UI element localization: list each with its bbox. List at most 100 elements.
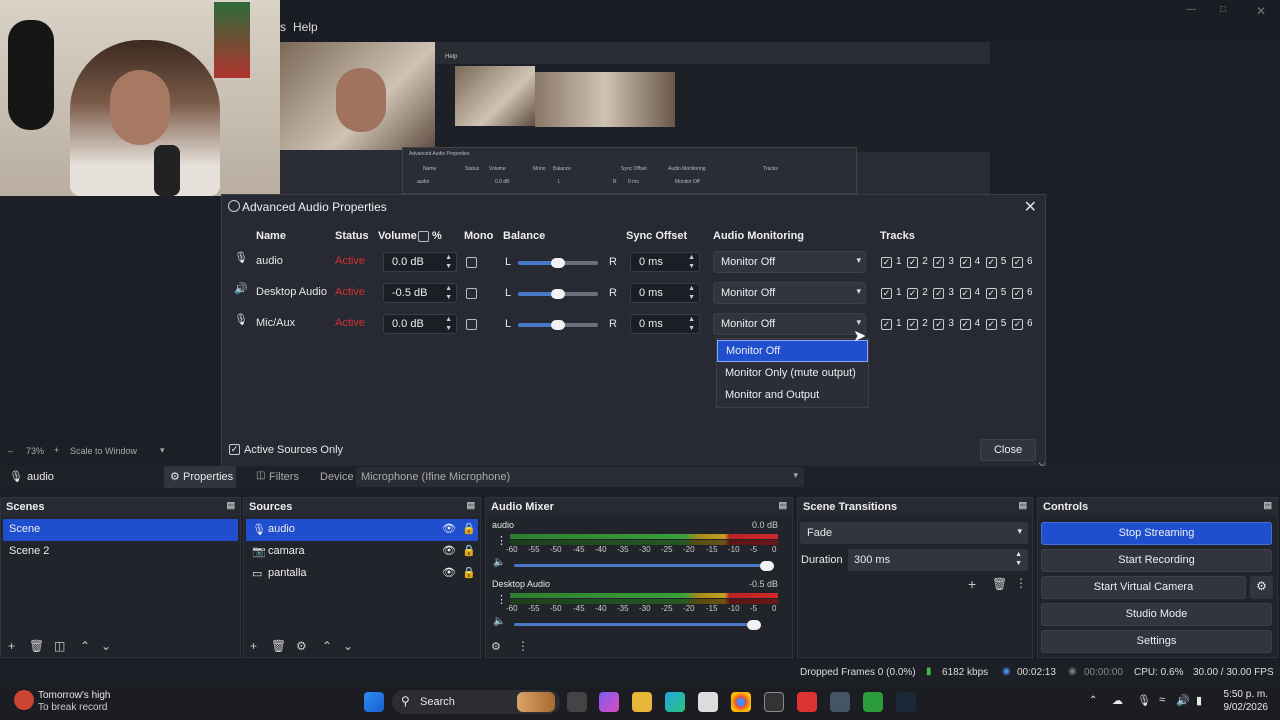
edge-icon[interactable]: [665, 692, 685, 712]
app-red-icon[interactable]: [797, 692, 817, 712]
virtual-camera-gear-icon[interactable]: ⚙: [1250, 576, 1273, 599]
down-icon[interactable]: ⌄: [101, 639, 111, 653]
track-checkbox[interactable]: ✓: [959, 257, 971, 268]
menu-partial[interactable]: s: [280, 20, 286, 34]
duration-input[interactable]: 300 ms ▲ ▼: [848, 549, 1028, 571]
track-checkbox[interactable]: ✓: [1012, 319, 1023, 330]
track-checkbox[interactable]: ✓: [985, 319, 997, 330]
stepper-icon[interactable]: ▲ ▼: [688, 284, 695, 302]
properties-button[interactable]: ⚙ Properties: [164, 466, 236, 488]
volume-input[interactable]: -0.5 dB ▲ ▼: [383, 283, 457, 303]
obs-taskbar-icon[interactable]: [764, 692, 784, 712]
track-checkbox[interactable]: ✓: [959, 288, 971, 299]
preview-canvas[interactable]: Help Advanced Audio Properties Name Stat…: [280, 42, 990, 194]
add-icon[interactable]: +: [250, 639, 257, 653]
mic-tray-icon[interactable]: 🎙: [1137, 694, 1151, 707]
stepper-icon[interactable]: ▲ ▼: [445, 284, 452, 302]
weather-icon[interactable]: [14, 690, 34, 710]
eye-icon[interactable]: 👁: [442, 544, 456, 557]
source-item[interactable]: ▭ pantalla 👁 🔒: [246, 563, 478, 585]
filter-icon[interactable]: ◫: [54, 639, 65, 653]
menu-icon[interactable]: ⋮: [1015, 576, 1027, 590]
option-monitor-only[interactable]: Monitor Only (mute output): [717, 363, 868, 385]
battery-icon[interactable]: ▮: [1196, 694, 1202, 707]
active-sources-checkbox[interactable]: ✓: [229, 444, 240, 455]
wifi-icon[interactable]: ≈: [1159, 694, 1165, 706]
track-checkbox[interactable]: ✓: [985, 288, 997, 299]
maximize-icon[interactable]: □: [1220, 4, 1226, 15]
volume-input[interactable]: 0.0 dB ▲ ▼: [383, 314, 457, 334]
stepper-icon[interactable]: ▲ ▼: [688, 315, 695, 333]
stepper-icon[interactable]: ▲ ▼: [688, 253, 695, 271]
down-icon[interactable]: ⌄: [343, 639, 353, 653]
trash-icon[interactable]: 🗑: [271, 639, 286, 653]
track-checkbox[interactable]: ✓: [1012, 257, 1023, 268]
track-checkbox[interactable]: ✓: [959, 319, 971, 330]
fader-handle[interactable]: [760, 561, 774, 571]
up-icon[interactable]: ⌃: [322, 639, 332, 653]
sync-offset-input[interactable]: 0 ms ▲ ▼: [630, 283, 700, 303]
volume-input[interactable]: 0.0 dB ▲ ▼: [383, 252, 457, 272]
settings-taskbar-icon[interactable]: [830, 692, 850, 712]
scene-item[interactable]: Scene 2: [3, 541, 238, 563]
track-checkbox[interactable]: ✓: [933, 319, 945, 330]
stepper-icon[interactable]: ▲ ▼: [445, 315, 452, 333]
task-view-icon[interactable]: [567, 692, 587, 712]
monitoring-select[interactable]: Monitor Off ▾: [713, 251, 866, 273]
mixer-menu-icon[interactable]: ⋮: [517, 639, 529, 653]
stepper-icon[interactable]: ▲ ▼: [1015, 550, 1022, 568]
taskbar-search[interactable]: ⚲ Search: [392, 690, 560, 714]
sync-offset-input[interactable]: 0 ms ▲ ▼: [630, 314, 700, 334]
weather-subtitle[interactable]: To break record: [38, 702, 107, 713]
chrome-icon[interactable]: [731, 692, 751, 712]
store-icon[interactable]: [698, 692, 718, 712]
clock-time[interactable]: 5:50 p. m.: [1222, 689, 1268, 700]
volume-speaker-icon[interactable]: 🔈: [493, 557, 505, 568]
start-virtual-camera-button[interactable]: Start Virtual Camera: [1041, 576, 1246, 599]
clock-date[interactable]: 9/02/2026: [1222, 702, 1269, 713]
close-window-icon[interactable]: ✕: [1256, 4, 1266, 18]
menu-help[interactable]: Help: [293, 20, 318, 34]
zoom-out-icon[interactable]: –: [8, 446, 13, 456]
source-item[interactable]: 🎙 audio 👁 🔒: [246, 519, 478, 541]
add-icon[interactable]: +: [968, 576, 976, 592]
weather-title[interactable]: Tomorrow's high: [38, 690, 111, 701]
studio-mode-button[interactable]: Studio Mode: [1041, 603, 1272, 626]
balance-slider-handle[interactable]: [551, 258, 565, 268]
percent-checkbox[interactable]: [418, 231, 429, 242]
stop-streaming-button[interactable]: Stop Streaming: [1041, 522, 1272, 545]
dialog-close-icon[interactable]: ✕: [1024, 197, 1037, 217]
eye-icon[interactable]: 👁: [442, 566, 456, 579]
gear-icon[interactable]: ⚙: [296, 639, 307, 653]
track-checkbox[interactable]: ✓: [933, 257, 945, 268]
add-icon[interactable]: +: [8, 639, 15, 653]
filters-button[interactable]: ◫ Filters: [252, 466, 308, 488]
trash-icon[interactable]: 🗑: [29, 639, 44, 653]
option-monitor-and-output[interactable]: Monitor and Output: [717, 385, 868, 407]
track-checkbox[interactable]: ✓: [907, 319, 919, 330]
lock-icon[interactable]: 🔒: [462, 566, 476, 579]
track-checkbox[interactable]: ✓: [907, 288, 919, 299]
volume-speaker-icon[interactable]: 🔈: [493, 616, 505, 627]
track-checkbox[interactable]: ✓: [907, 257, 919, 268]
start-recording-button[interactable]: Start Recording: [1041, 549, 1272, 572]
file-explorer-icon[interactable]: [632, 692, 652, 712]
fader-handle[interactable]: [747, 620, 761, 630]
track-checkbox[interactable]: ✓: [881, 257, 892, 268]
trash-icon[interactable]: 🗑: [992, 577, 1007, 591]
steam-icon[interactable]: [896, 692, 916, 712]
mono-checkbox[interactable]: [466, 257, 477, 268]
scene-item[interactable]: Scene: [3, 519, 238, 541]
minimize-icon[interactable]: —: [1186, 4, 1196, 15]
device-select[interactable]: Microphone (Ifine Microphone) ▾: [356, 467, 804, 487]
track-checkbox[interactable]: ✓: [881, 319, 892, 330]
copilot-icon[interactable]: [599, 692, 619, 712]
eye-icon[interactable]: 👁: [442, 522, 456, 535]
source-item[interactable]: 📷 camara 👁 🔒: [246, 541, 478, 563]
monitoring-dropdown-menu[interactable]: Monitor Off Monitor Only (mute output) M…: [716, 338, 869, 408]
lock-icon[interactable]: 🔒: [462, 522, 476, 535]
track-checkbox[interactable]: ✓: [985, 257, 997, 268]
track-checkbox[interactable]: ✓: [1012, 288, 1023, 299]
settings-button[interactable]: Settings: [1041, 630, 1272, 653]
start-icon[interactable]: [364, 692, 384, 712]
